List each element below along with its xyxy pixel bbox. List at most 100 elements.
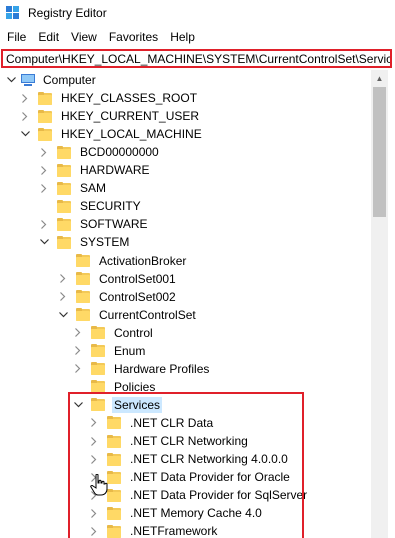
chevron-right-icon[interactable] <box>20 111 30 121</box>
chevron-right-icon[interactable] <box>58 292 68 302</box>
tree-node-label[interactable]: SOFTWARE <box>78 216 150 232</box>
menu-view[interactable]: View <box>65 30 103 44</box>
chevron-right-icon[interactable] <box>89 526 99 536</box>
tree-node[interactable]: Computer <box>6 71 98 89</box>
tree-node-label[interactable]: BCD00000000 <box>78 144 161 160</box>
chevron-right-icon[interactable] <box>39 147 49 157</box>
tree-node[interactable]: .NETFramework <box>89 522 219 538</box>
tree-node-label[interactable]: HKEY_CURRENT_USER <box>59 108 201 124</box>
tree-node-label[interactable]: Policies <box>112 379 157 395</box>
tree-node[interactable]: SOFTWARE <box>39 215 150 233</box>
tree-node-label[interactable]: SECURITY <box>78 198 143 214</box>
chevron-right-icon[interactable] <box>89 454 99 464</box>
vertical-scrollbar[interactable]: ▲ <box>371 70 388 538</box>
folder-icon <box>76 290 92 304</box>
folder-icon <box>107 488 123 502</box>
tree-node[interactable]: Services <box>73 396 163 414</box>
tree-node[interactable]: BCD00000000 <box>39 143 161 161</box>
tree-node-label[interactable]: ControlSet001 <box>97 271 178 287</box>
folder-icon <box>91 398 107 412</box>
folder-icon <box>107 434 123 448</box>
tree-node[interactable]: .NET CLR Networking 4.0.0.0 <box>89 450 290 468</box>
tree-node-label[interactable]: .NET Data Provider for Oracle <box>128 469 292 485</box>
tree-node-label[interactable]: Services <box>112 396 163 413</box>
address-bar[interactable]: Computer\HKEY_LOCAL_MACHINE\SYSTEM\Curre… <box>1 49 392 68</box>
chevron-right-icon[interactable] <box>89 490 99 500</box>
chevron-right-icon[interactable] <box>39 183 49 193</box>
folder-icon <box>57 181 73 195</box>
tree-node-label[interactable]: Control <box>112 325 155 341</box>
tree-node-label[interactable]: HARDWARE <box>78 162 152 178</box>
scroll-up-arrow[interactable]: ▲ <box>371 70 388 87</box>
tree-node-label[interactable]: .NET CLR Networking <box>128 433 250 449</box>
tree-node-label[interactable]: ControlSet002 <box>97 289 178 305</box>
tree-node-label[interactable]: HKEY_LOCAL_MACHINE <box>59 126 204 142</box>
chevron-down-icon[interactable] <box>39 237 49 247</box>
tree-node[interactable]: ControlSet001 <box>58 270 178 288</box>
folder-icon <box>38 127 54 141</box>
chevron-right-icon[interactable] <box>58 274 68 284</box>
tree-node-label[interactable]: HKEY_CLASSES_ROOT <box>59 90 199 106</box>
tree-node[interactable]: .NET Memory Cache 4.0 <box>89 504 264 522</box>
chevron-right-icon[interactable] <box>89 418 99 428</box>
tree-node-label[interactable]: ActivationBroker <box>97 253 188 269</box>
chevron-right-icon[interactable] <box>89 472 99 482</box>
tree-node-label[interactable]: CurrentControlSet <box>97 307 198 323</box>
tree-node[interactable]: Policies <box>73 378 157 396</box>
menu-file[interactable]: File <box>1 30 32 44</box>
tree-node-label[interactable]: .NET Data Provider for SqlServer <box>128 487 309 503</box>
tree-node[interactable]: .NET Data Provider for Oracle <box>89 468 292 486</box>
tree-node[interactable]: CurrentControlSet <box>58 306 198 324</box>
tree-node-label[interactable]: .NET CLR Networking 4.0.0.0 <box>128 451 290 467</box>
tree-node[interactable]: HKEY_CLASSES_ROOT <box>20 89 199 107</box>
tree-node[interactable]: ActivationBroker <box>58 252 188 270</box>
menu-edit[interactable]: Edit <box>32 30 65 44</box>
tree-node[interactable]: HARDWARE <box>39 161 152 179</box>
address-path[interactable]: Computer\HKEY_LOCAL_MACHINE\SYSTEM\Curre… <box>3 52 390 66</box>
chevron-right-icon[interactable] <box>89 508 99 518</box>
tree-node[interactable]: Enum <box>73 342 147 360</box>
tree-node-label[interactable]: .NETFramework <box>128 523 219 538</box>
folder-icon <box>76 308 92 322</box>
title-bar: Registry Editor <box>0 0 395 26</box>
tree-node[interactable]: Hardware Profiles <box>73 360 211 378</box>
tree-node[interactable]: SYSTEM <box>39 233 131 251</box>
folder-icon <box>38 91 54 105</box>
menu-help[interactable]: Help <box>164 30 201 44</box>
tree-node-label[interactable]: Hardware Profiles <box>112 361 211 377</box>
tree-node[interactable]: SECURITY <box>39 197 143 215</box>
tree-node[interactable]: .NET Data Provider for SqlServer <box>89 486 309 504</box>
tree-node-label[interactable]: .NET Memory Cache 4.0 <box>128 505 264 521</box>
tree-node[interactable]: SAM <box>39 179 108 197</box>
menu-favorites[interactable]: Favorites <box>103 30 164 44</box>
tree-node-label[interactable]: Computer <box>41 72 98 88</box>
chevron-right-icon[interactable] <box>39 165 49 175</box>
tree-node-label[interactable]: SYSTEM <box>78 234 131 250</box>
chevron-right-icon[interactable] <box>73 328 83 338</box>
chevron-right-icon[interactable] <box>73 364 83 374</box>
chevron-right-icon[interactable] <box>20 93 30 103</box>
tree-node-label[interactable]: Enum <box>112 343 147 359</box>
chevron-right-icon[interactable] <box>39 219 49 229</box>
chevron-down-icon[interactable] <box>58 310 68 320</box>
chevron-right-icon[interactable] <box>73 346 83 356</box>
scroll-thumb[interactable] <box>373 87 386 217</box>
folder-icon <box>107 452 123 466</box>
registry-editor-icon <box>6 6 20 20</box>
folder-icon <box>91 326 107 340</box>
tree-node[interactable]: HKEY_CURRENT_USER <box>20 107 201 125</box>
tree-node[interactable]: ControlSet002 <box>58 288 178 306</box>
chevron-right-icon[interactable] <box>89 436 99 446</box>
folder-icon <box>76 254 92 267</box>
tree-node-label[interactable]: SAM <box>78 180 108 196</box>
chevron-down-icon[interactable] <box>20 129 30 139</box>
tree-node-label[interactable]: .NET CLR Data <box>128 415 215 431</box>
tree-node[interactable]: .NET CLR Networking <box>89 432 250 450</box>
folder-icon <box>38 109 54 123</box>
tree-node[interactable]: Control <box>73 324 155 342</box>
tree-node[interactable]: HKEY_LOCAL_MACHINE <box>20 125 204 143</box>
chevron-down-icon[interactable] <box>73 400 83 410</box>
tree-node[interactable]: .NET CLR Data <box>89 414 215 432</box>
chevron-down-icon[interactable] <box>6 75 16 85</box>
